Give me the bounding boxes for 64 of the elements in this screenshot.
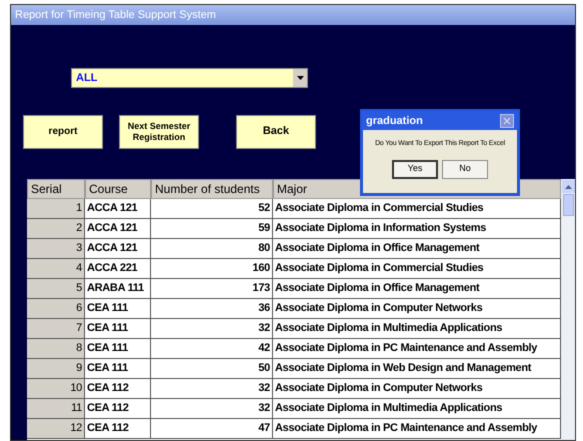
row-number: 3 [27, 239, 85, 259]
table-cell: 32 [151, 379, 273, 399]
window-title: Report for Timeing Table Support System [15, 8, 216, 23]
table-cell: Associate Diploma in Computer Networks [273, 299, 561, 319]
dropdown-value: ALL [75, 70, 98, 86]
row-number: 12 [27, 419, 85, 439]
table-cell: 32 [151, 319, 273, 339]
back-button[interactable]: Back [236, 115, 316, 149]
table-cell: CEA 111 [85, 299, 151, 319]
table-cell: Associate Diploma in Multimedia Applications [273, 399, 561, 419]
filter-dropdown[interactable]: ALL [71, 68, 308, 88]
table-cell: CEA 112 [85, 379, 151, 399]
table-cell: Associate Diploma in Commercial Studies [273, 259, 561, 279]
table-cell: CEA 112 [85, 399, 151, 419]
table-cell: ACCA 121 [85, 219, 151, 239]
no-button[interactable]: No [442, 160, 488, 178]
row-number: 2 [27, 219, 85, 239]
table-cell: Associate Diploma in Multimedia Applications [273, 319, 561, 339]
table-cell: ACCA 121 [85, 199, 151, 219]
row-number: 9 [27, 359, 85, 379]
table-cell: Associate Diploma in Commercial Studies [273, 199, 561, 219]
table-cell: Associate Diploma in Computer Networks [273, 379, 561, 399]
scroll-up-icon[interactable] [562, 180, 574, 193]
table-cell: 50 [151, 359, 273, 379]
table-cell: 59 [151, 219, 273, 239]
row-number: 6 [27, 299, 85, 319]
row-number: 7 [27, 319, 85, 339]
column-header[interactable]: Serial [27, 179, 85, 199]
dialog-title: graduation [366, 114, 423, 129]
table-cell: Associate Diploma in Office Management [273, 239, 561, 259]
report-button[interactable]: report [23, 115, 103, 149]
table-cell: CEA 111 [85, 339, 151, 359]
table-cell: 173 [151, 279, 273, 299]
yes-button[interactable]: Yes [392, 160, 438, 178]
row-number: 1 [27, 199, 85, 219]
table-cell: 52 [151, 199, 273, 219]
table-cell: CEA 112 [85, 419, 151, 439]
scroll-thumb[interactable] [562, 194, 574, 216]
table-cell: 80 [151, 239, 273, 259]
table-cell: CEA 111 [85, 359, 151, 379]
table-cell: ACCA 121 [85, 239, 151, 259]
row-number: 8 [27, 339, 85, 359]
table-cell: CEA 111 [85, 319, 151, 339]
table-cell: Associate Diploma in Web Design and Management [273, 359, 561, 379]
row-number: 11 [27, 399, 85, 419]
table-cell: Associate Diploma in Office Management [273, 279, 561, 299]
table-cell: Associate Diploma in PC Maintenance and Assembly [273, 419, 561, 439]
registration-button[interactable]: Next Semester Registration [119, 115, 199, 149]
table-cell: 160 [151, 259, 273, 279]
table-cell: 36 [151, 299, 273, 319]
table-cell: Associate Diploma in Information Systems [273, 219, 561, 239]
column-header[interactable]: Number of students [151, 179, 273, 199]
table-cell: Associate Diploma in PC Maintenance and Assembly [273, 339, 561, 359]
table-cell: ARABA 111 [85, 279, 151, 299]
table-cell: 32 [151, 399, 273, 419]
row-number: 5 [27, 279, 85, 299]
row-number: 10 [27, 379, 85, 399]
table-cell: 47 [151, 419, 273, 439]
table-cell: ACCA 221 [85, 259, 151, 279]
row-number: 4 [27, 259, 85, 279]
column-header[interactable]: Course [85, 179, 151, 199]
table-cell: 42 [151, 339, 273, 359]
close-icon[interactable] [500, 114, 514, 128]
scrollbar[interactable] [561, 179, 575, 440]
